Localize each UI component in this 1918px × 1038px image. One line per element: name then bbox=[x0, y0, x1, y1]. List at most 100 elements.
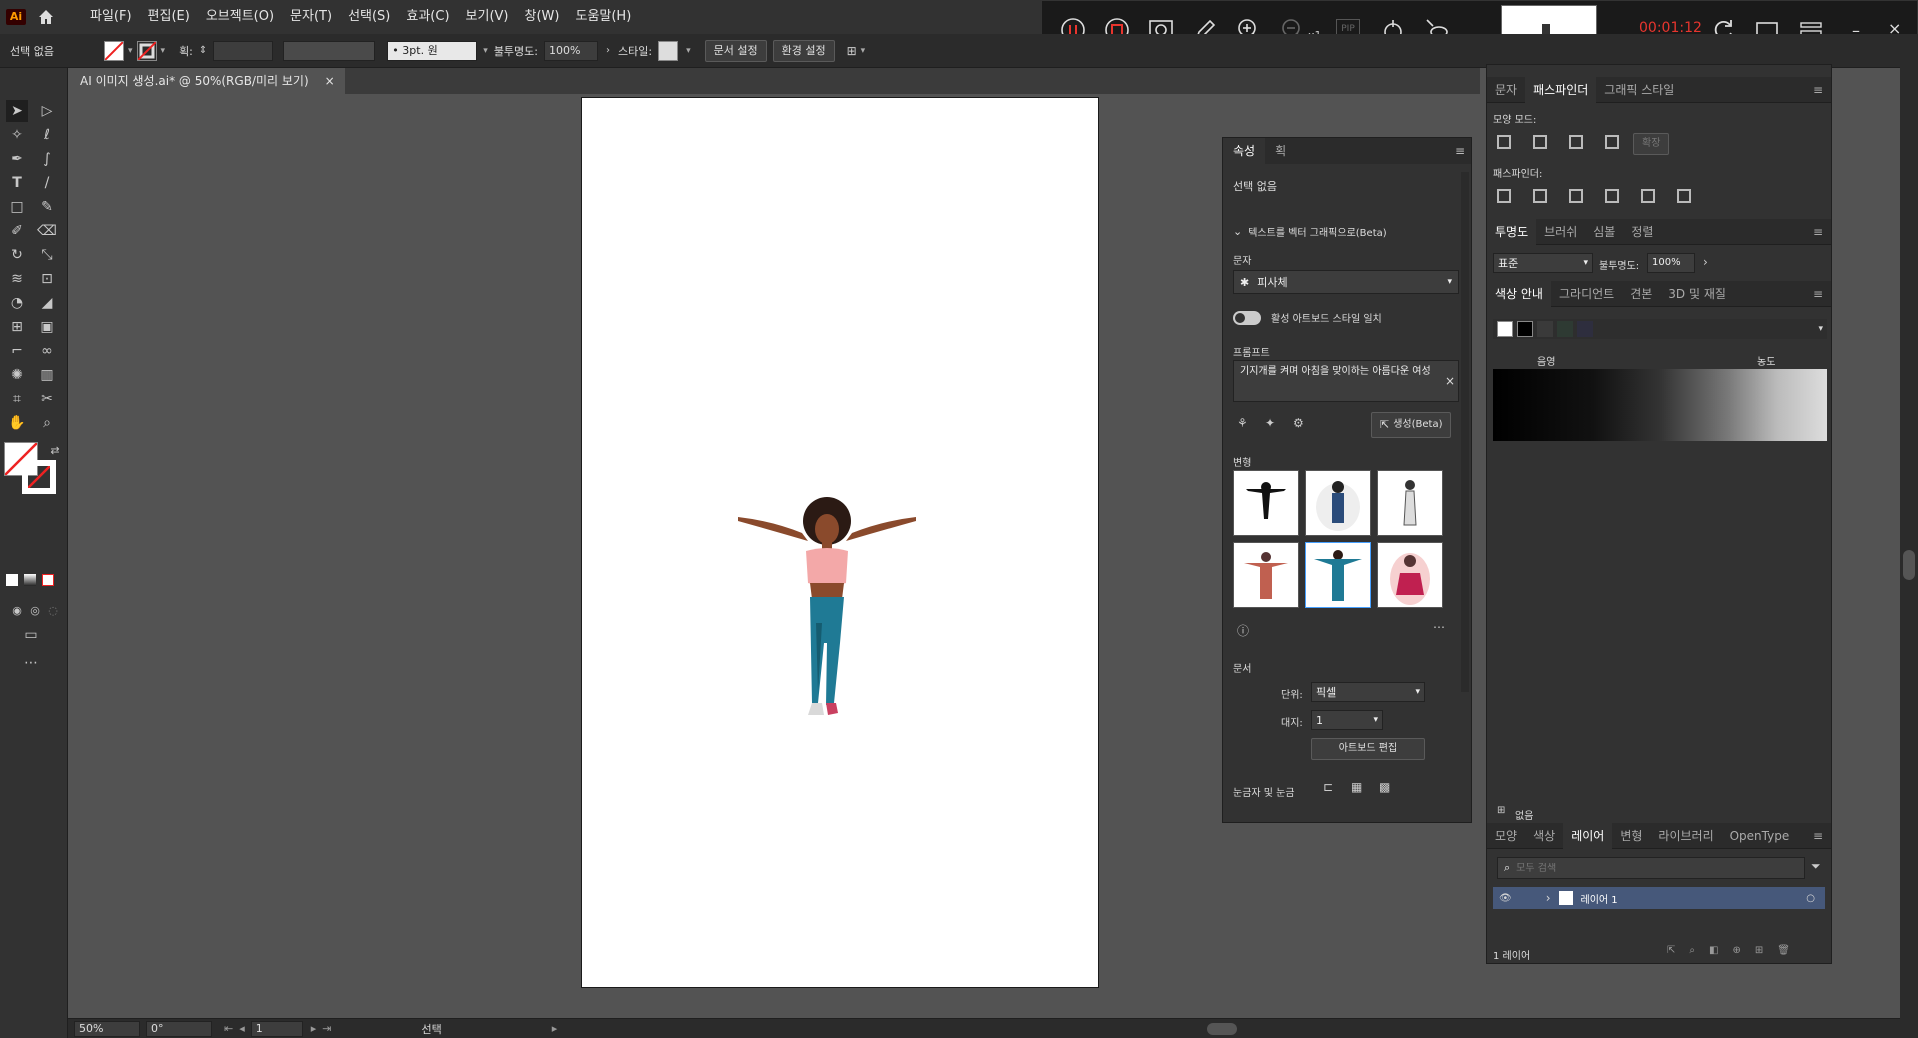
trim-icon[interactable] bbox=[1533, 189, 1547, 203]
swap-colors-icon[interactable]: ⇄ bbox=[44, 440, 66, 462]
ruler-icon[interactable]: ⊏ bbox=[1323, 780, 1333, 794]
crop-icon[interactable] bbox=[1605, 189, 1619, 203]
artboard[interactable] bbox=[581, 97, 1099, 988]
chevron-down-icon[interactable]: ▾ bbox=[861, 46, 866, 56]
color-variation-grid[interactable] bbox=[1493, 369, 1827, 441]
exclude-icon[interactable] bbox=[1605, 135, 1619, 149]
opacity-field[interactable]: 100% bbox=[1647, 253, 1695, 273]
chevron-right-icon[interactable]: › bbox=[1703, 255, 1708, 269]
panel-menu-icon[interactable]: ≡ bbox=[1805, 281, 1831, 307]
color-swatch[interactable] bbox=[1537, 321, 1553, 337]
chevron-right-icon[interactable]: › bbox=[606, 45, 610, 56]
status-menu-icon[interactable]: ▸ bbox=[552, 1022, 558, 1035]
preferences-button[interactable]: 환경 설정 bbox=[772, 39, 835, 62]
grid-icon[interactable]: ▦ bbox=[1351, 780, 1362, 794]
color-swatch[interactable] bbox=[1557, 321, 1573, 337]
pixel-grid-icon[interactable]: ▩ bbox=[1379, 780, 1390, 794]
color-guide-footer-icon[interactable]: ⊞ bbox=[1497, 805, 1505, 816]
prev-artboard-icon[interactable]: ◂ bbox=[239, 1022, 245, 1035]
target-icon[interactable]: ○ bbox=[1806, 893, 1815, 904]
close-tab-icon[interactable]: × bbox=[325, 68, 335, 94]
arrange-icon[interactable]: ⊞ bbox=[847, 44, 857, 58]
delete-icon[interactable]: 🗑 bbox=[1777, 945, 1790, 956]
horizontal-scroll-thumb[interactable] bbox=[1207, 1022, 1238, 1035]
rectangle-tool-icon[interactable]: □ bbox=[6, 196, 28, 218]
menu-object[interactable]: 오브젝트(O) bbox=[198, 0, 282, 34]
color-swatch[interactable] bbox=[1577, 321, 1593, 337]
chevron-down-icon[interactable]: ▾ bbox=[161, 46, 166, 56]
mesh-tool-icon[interactable]: ⊞ bbox=[6, 316, 28, 338]
scale-tool-icon[interactable]: ⤡ bbox=[36, 244, 58, 266]
tab-pathfinder[interactable]: 패스파인더 bbox=[1525, 76, 1597, 103]
generated-woman-illustration[interactable] bbox=[732, 493, 922, 723]
menu-edit[interactable]: 편집(E) bbox=[140, 0, 198, 34]
rotate-tool-icon[interactable]: ↻ bbox=[6, 244, 28, 266]
tab-opentype[interactable]: OpenType bbox=[1722, 823, 1798, 849]
vertical-scroll-thumb[interactable] bbox=[1903, 550, 1915, 580]
tab-transform[interactable]: 변형 bbox=[1612, 823, 1650, 849]
tab-appearance[interactable]: 모양 bbox=[1487, 823, 1525, 849]
color-swatch[interactable] bbox=[1517, 321, 1533, 337]
variation-thumbnail-selected[interactable] bbox=[1305, 542, 1371, 608]
slice-tool-icon[interactable]: ✂ bbox=[36, 388, 58, 410]
pen-tool-icon[interactable]: ✒ bbox=[6, 148, 28, 170]
menu-view[interactable]: 보기(V) bbox=[458, 0, 517, 34]
settings-icon[interactable]: ⚙ bbox=[1293, 416, 1304, 430]
minus-front-icon[interactable] bbox=[1533, 135, 1547, 149]
stepper-icon[interactable]: ⇕ bbox=[199, 45, 207, 56]
variation-thumbnail[interactable] bbox=[1377, 470, 1443, 536]
text-to-vector-section[interactable]: ⌄ 텍스트를 벡터 그래픽으로(Beta) bbox=[1233, 224, 1387, 239]
clipping-mask-icon[interactable]: ◧ bbox=[1709, 945, 1718, 956]
tab-brushes[interactable]: 브러쉬 bbox=[1536, 219, 1585, 245]
fill-swatch[interactable] bbox=[104, 40, 124, 61]
color-mode-icon[interactable] bbox=[6, 574, 18, 586]
brush-definition[interactable]: • 3pt. 원 bbox=[387, 40, 478, 61]
panel-menu-icon[interactable]: ≡ bbox=[1805, 219, 1831, 245]
artboard-select[interactable]: 1 ▾ bbox=[1311, 710, 1383, 730]
next-artboard-icon[interactable]: ▸ bbox=[311, 1022, 317, 1035]
stroke-swatch[interactable] bbox=[136, 40, 157, 61]
gradient-tool-icon[interactable]: ▣ bbox=[36, 316, 58, 338]
draw-inside-icon[interactable]: ◌ bbox=[42, 600, 64, 622]
unite-icon[interactable] bbox=[1497, 135, 1511, 149]
menu-select[interactable]: 선택(S) bbox=[340, 0, 398, 34]
tab-layers[interactable]: 레이어 bbox=[1563, 822, 1613, 849]
variation-thumbnail[interactable] bbox=[1233, 470, 1299, 536]
tab-color[interactable]: 색상 bbox=[1525, 823, 1563, 849]
expand-button[interactable]: 확장 bbox=[1633, 133, 1670, 155]
eye-icon[interactable]: 👁 bbox=[1499, 893, 1512, 904]
type-tool-icon[interactable]: T bbox=[6, 172, 28, 194]
none-mode-icon[interactable] bbox=[42, 574, 54, 586]
blend-mode-select[interactable]: 표준 ▾ bbox=[1493, 253, 1593, 273]
eyedropper-icon[interactable]: ⌐ bbox=[6, 340, 28, 362]
lightbulb-icon[interactable]: ✦ bbox=[1265, 416, 1275, 430]
outline-icon[interactable] bbox=[1641, 189, 1655, 203]
generate-button[interactable]: ⇱ 생성(Beta) bbox=[1371, 412, 1452, 438]
lasso-icon[interactable]: ℓ bbox=[36, 124, 58, 146]
new-sublayer-icon[interactable]: ⊕ bbox=[1732, 945, 1740, 956]
tab-properties[interactable]: 속성 bbox=[1223, 138, 1266, 164]
variation-thumbnail[interactable] bbox=[1305, 470, 1371, 536]
tab-align[interactable]: 정렬 bbox=[1623, 219, 1661, 245]
chevron-down-icon[interactable]: ▾ bbox=[686, 46, 691, 56]
tab-stroke[interactable]: 획 bbox=[1265, 138, 1296, 164]
graph-tool-icon[interactable]: ▥ bbox=[36, 364, 58, 386]
menu-window[interactable]: 창(W) bbox=[517, 0, 568, 34]
artboard-navigator[interactable]: 1 bbox=[250, 1020, 303, 1037]
more-tools-icon[interactable]: ⋯ bbox=[20, 652, 42, 674]
layer-name[interactable]: 레이어 1 bbox=[1581, 891, 1618, 906]
panel-menu-icon[interactable]: ≡ bbox=[1805, 823, 1831, 849]
harmony-strip[interactable]: ▾ bbox=[1493, 319, 1827, 339]
scrollbar[interactable] bbox=[1461, 172, 1469, 692]
symbol-sprayer-icon[interactable]: ✺ bbox=[6, 364, 28, 386]
home-icon[interactable] bbox=[36, 7, 56, 27]
menu-type[interactable]: 문자(T) bbox=[282, 0, 340, 34]
panel-menu-icon[interactable]: ≡ bbox=[1455, 144, 1465, 158]
info-icon[interactable]: ⓘ bbox=[1237, 622, 1249, 639]
tab-graphic-styles[interactable]: 그래픽 스타일 bbox=[1596, 77, 1682, 103]
minus-back-icon[interactable] bbox=[1677, 189, 1691, 203]
chevron-down-icon[interactable]: ▾ bbox=[483, 46, 488, 56]
unit-select[interactable]: 픽셀 ▾ bbox=[1311, 682, 1425, 702]
variable-width-profile[interactable] bbox=[283, 40, 376, 61]
stroke-color-icon[interactable] bbox=[22, 460, 56, 494]
